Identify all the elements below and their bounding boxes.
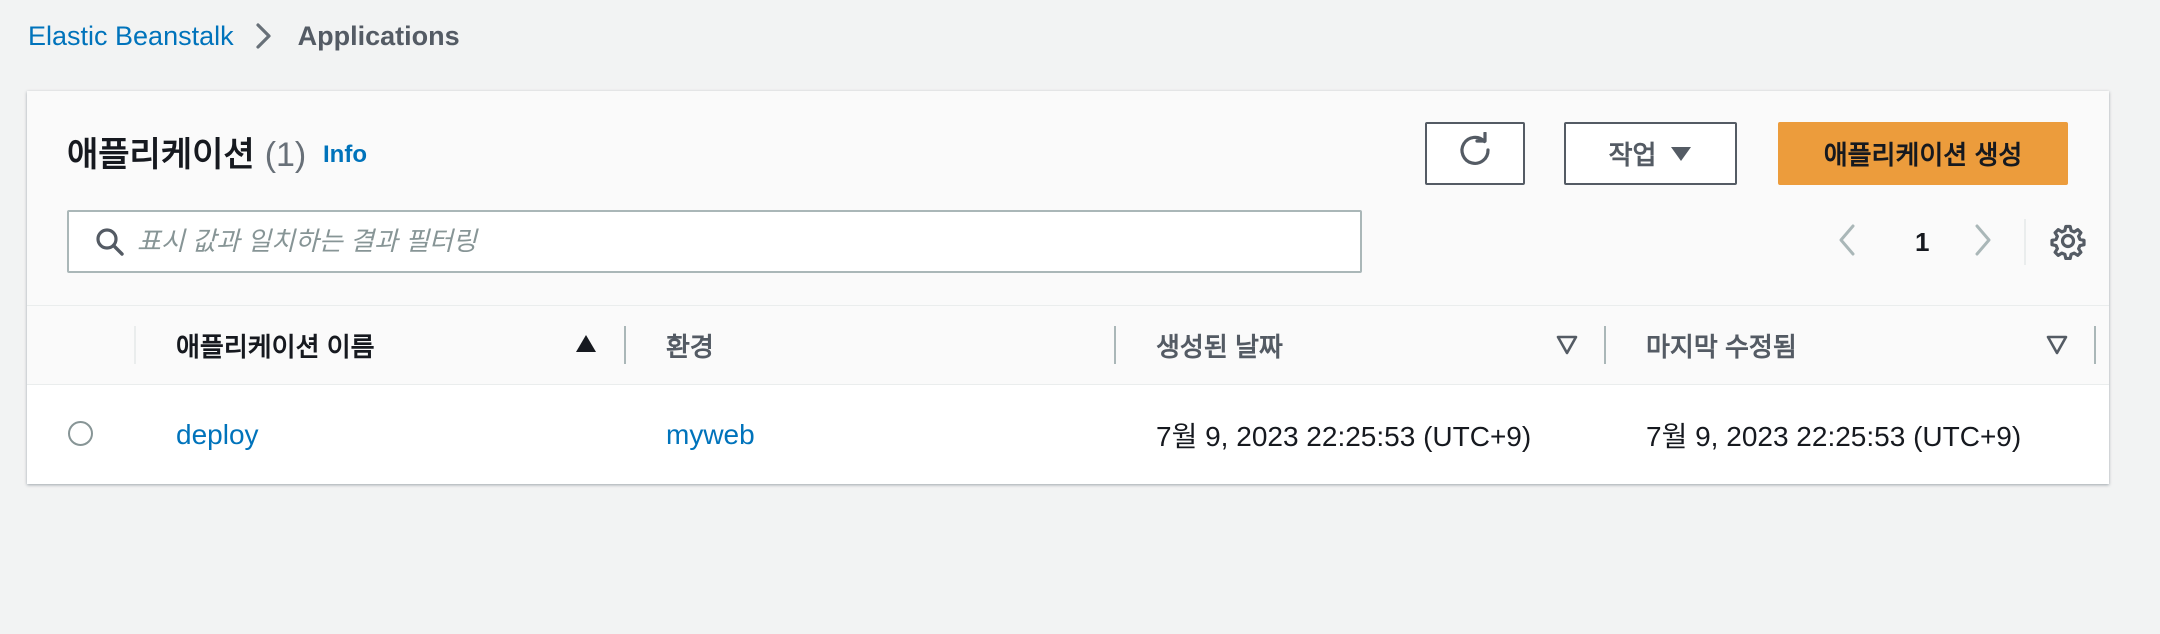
column-header-last-modified[interactable]: 마지막 수정됨 <box>1646 306 1797 384</box>
caret-down-icon <box>1670 138 1692 169</box>
column-divider[interactable] <box>1604 326 1606 364</box>
chevron-right-icon <box>1973 223 1993 262</box>
column-header-label: 마지막 수정됨 <box>1646 331 1797 362</box>
sort-down-icon[interactable] <box>2046 335 2068 360</box>
applications-panel: 애플리케이션(1) Info 작업 애플리케이션 생성 1 <box>27 91 2109 484</box>
breadcrumb-current: Applications <box>297 20 460 51</box>
column-divider[interactable] <box>624 326 626 364</box>
gear-icon <box>2049 224 2087 264</box>
application-name-link[interactable]: deploy <box>176 385 259 484</box>
column-header-environment: 환경 <box>666 306 714 384</box>
column-divider[interactable] <box>2094 326 2096 364</box>
refresh-icon <box>1457 131 1493 175</box>
sort-ascending-icon[interactable] <box>575 334 597 359</box>
sort-down-icon[interactable] <box>1556 335 1578 360</box>
chevron-left-icon <box>1837 223 1857 262</box>
create-application-button[interactable]: 애플리케이션 생성 <box>1778 122 2068 185</box>
actions-dropdown-button[interactable]: 작업 <box>1564 122 1737 185</box>
column-header-application-name[interactable]: 애플리케이션 이름 <box>176 306 375 384</box>
preferences-button[interactable] <box>2049 222 2087 265</box>
page-number-1[interactable]: 1 <box>1915 219 1929 265</box>
page-title: 애플리케이션 (1) <box>67 127 306 176</box>
column-header-label: 애플리케이션 이름 <box>176 331 375 362</box>
table-row[interactable]: deploy myweb 7월 9, 2023 22:25:53 (UTC+9)… <box>27 385 2109 484</box>
next-page-button[interactable] <box>1973 219 1993 265</box>
row-select-radio[interactable] <box>68 421 93 446</box>
refresh-button[interactable] <box>1425 122 1525 185</box>
page-title-text: 애플리케이션 <box>67 136 255 174</box>
column-divider[interactable] <box>1114 326 1116 364</box>
previous-page-button[interactable] <box>1837 219 1857 265</box>
column-header-label: 환경 <box>666 331 714 362</box>
search-input[interactable] <box>135 225 1360 258</box>
search-filter[interactable] <box>67 210 1362 273</box>
actions-label: 작업 <box>1608 140 1657 170</box>
chevron-right-icon <box>254 22 272 50</box>
created-date-cell: 7월 9, 2023 22:25:53 (UTC+9) <box>1156 420 1532 452</box>
breadcrumb-elastic-beanstalk-link[interactable]: Elastic Beanstalk <box>28 21 234 52</box>
pagination-divider <box>2024 219 2026 265</box>
table-header: 애플리케이션 이름 환경 생성된 날짜 마지막 수정됨 <box>27 305 2109 385</box>
column-header-created-date[interactable]: 생성된 날짜 <box>1156 306 1283 384</box>
search-icon <box>69 212 125 271</box>
column-header-label: 생성된 날짜 <box>1156 331 1283 362</box>
column-divider <box>134 326 136 364</box>
environment-link[interactable]: myweb <box>666 385 755 484</box>
application-count: (1) <box>264 136 307 174</box>
last-modified-cell: 7월 9, 2023 22:25:53 (UTC+9) <box>1646 420 2022 452</box>
breadcrumb: Elastic Beanstalk Applications <box>28 16 460 56</box>
info-link[interactable]: Info <box>323 141 367 169</box>
